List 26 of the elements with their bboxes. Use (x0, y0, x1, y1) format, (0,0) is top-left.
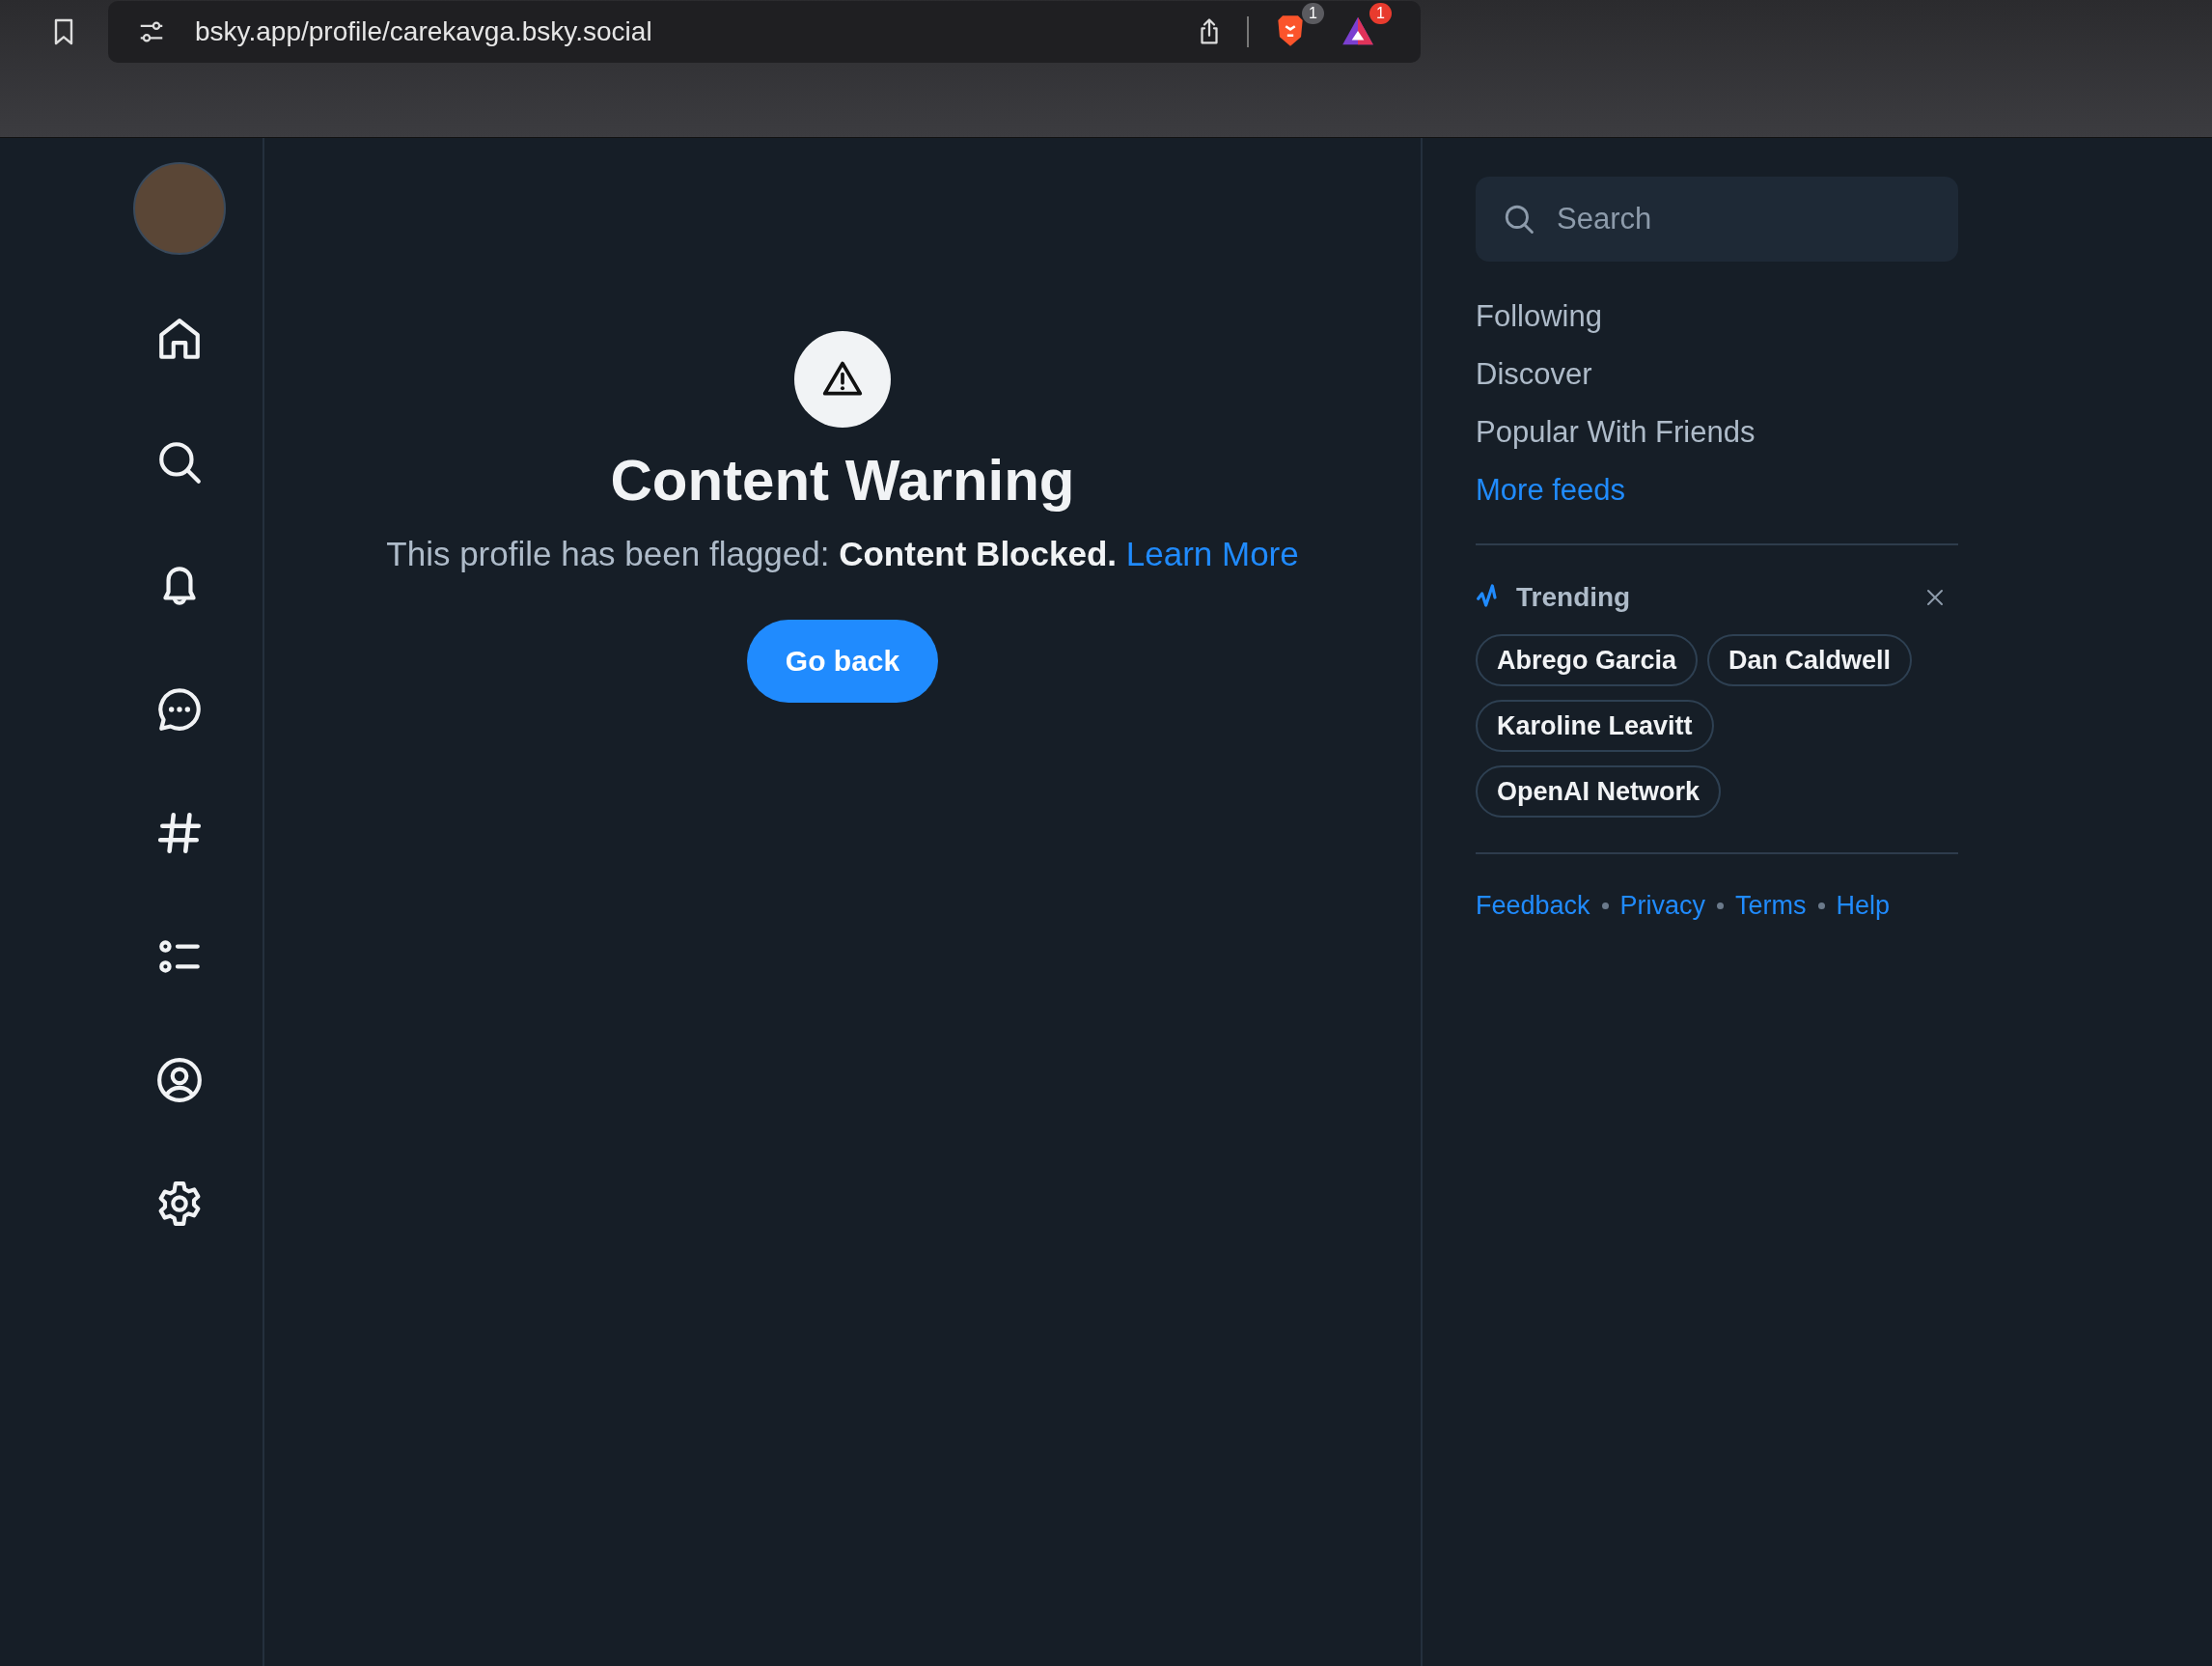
feed-link[interactable]: Discover (1476, 356, 1592, 393)
chat-icon[interactable] (155, 685, 204, 734)
more-feeds-link[interactable]: More feeds (1476, 472, 1626, 509)
separator-dot (1817, 902, 1825, 909)
warning-message: This profile has been flagged: Content Blocked. Learn More (386, 535, 1299, 573)
footer-link[interactable]: Privacy (1619, 891, 1706, 921)
topic-chip[interactable]: Karoline Leavitt (1476, 700, 1714, 752)
trending-title: Trending (1516, 582, 1631, 613)
url-text: bsky.app/profile/carekavga.bsky.social (195, 16, 652, 47)
address-bar[interactable]: bsky.app/profile/carekavga.bsky.social 1 1 (108, 1, 1421, 63)
search-field[interactable]: Search (1476, 177, 1958, 262)
profile-icon[interactable] (155, 1056, 204, 1104)
footer-link[interactable]: Terms (1735, 891, 1807, 921)
topic-chip[interactable]: OpenAI Network (1476, 765, 1722, 818)
topic-chip[interactable]: Dan Caldwell (1707, 634, 1913, 686)
footer-link[interactable]: Feedback (1476, 891, 1590, 921)
feed-link[interactable]: Popular With Friends (1476, 414, 1756, 451)
topic-chip[interactable]: Abrego Garcia (1476, 634, 1699, 686)
separator-dot (1717, 902, 1725, 909)
learn-more-link[interactable]: Learn More (1125, 535, 1299, 572)
feed-link[interactable]: Following (1476, 298, 1602, 335)
footer-link[interactable]: Help (1836, 891, 1891, 921)
separator-dot (1601, 902, 1609, 909)
warning-title: Content Warning (610, 447, 1075, 514)
count-badge: 1 (1302, 3, 1324, 24)
notification-badge: 1 (1369, 3, 1392, 24)
